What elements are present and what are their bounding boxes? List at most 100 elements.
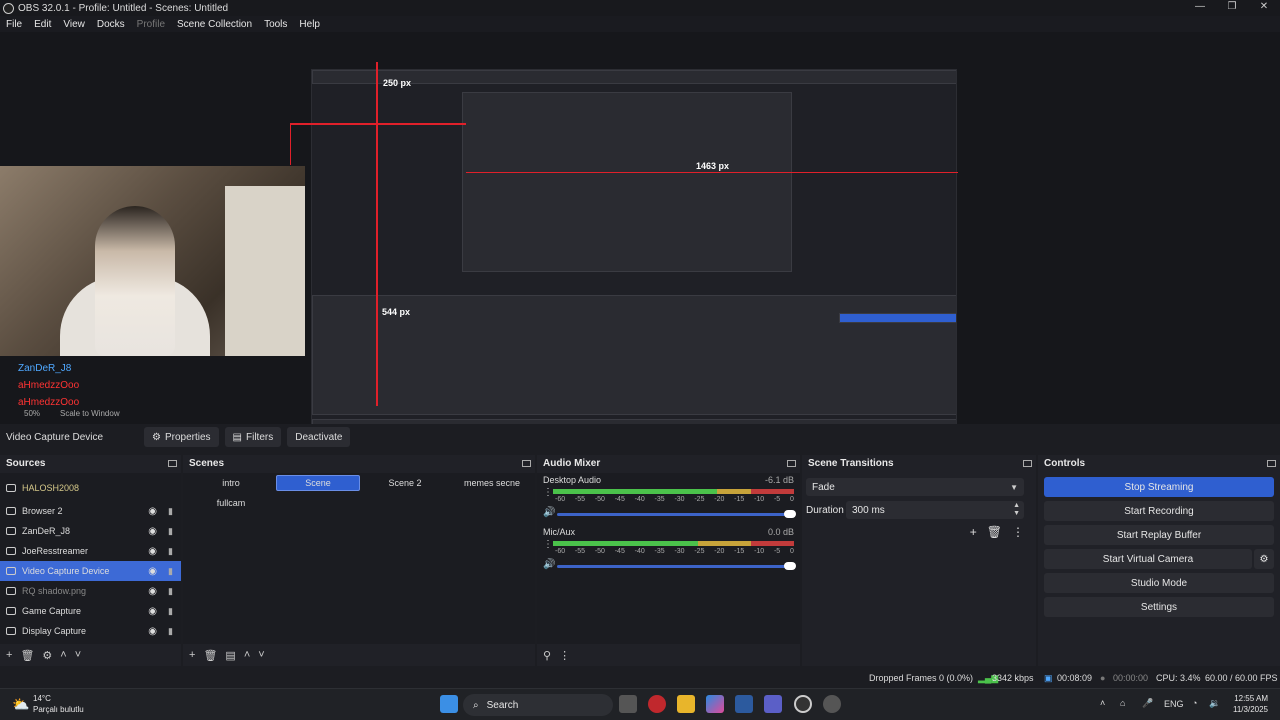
list-item[interactable]: JoeResstreamer ◉ ▮ bbox=[0, 541, 181, 561]
start-recording-button[interactable]: Start Recording bbox=[1044, 501, 1274, 521]
opera-icon[interactable] bbox=[648, 695, 666, 713]
scene-item[interactable]: memes secne bbox=[450, 475, 534, 491]
menu-file[interactable]: File bbox=[6, 19, 22, 30]
eye-icon[interactable]: ◉ bbox=[148, 566, 157, 577]
settings-taskbar-icon[interactable] bbox=[823, 695, 841, 713]
menu-docks[interactable]: Docks bbox=[97, 19, 125, 30]
obs-taskbar-icon[interactable] bbox=[794, 695, 812, 713]
undock-icon[interactable] bbox=[522, 459, 531, 467]
list-item[interactable]: RQ shadow.png ◉ ▮ bbox=[0, 581, 181, 601]
eye-icon[interactable]: ◉ bbox=[148, 586, 157, 597]
eye-icon[interactable]: ◉ bbox=[148, 506, 157, 517]
scene-item[interactable]: fullcam bbox=[189, 495, 273, 511]
slider-handle[interactable] bbox=[784, 510, 796, 518]
kebab-icon[interactable]: ⋮ bbox=[543, 487, 553, 498]
add-icon[interactable]: + bbox=[970, 525, 977, 539]
lock-icon[interactable]: ▮ bbox=[168, 526, 173, 537]
list-item[interactable]: Browser 2 ◉ ▮ bbox=[0, 501, 181, 521]
chevron-up-icon[interactable]: ˄ bbox=[1100, 698, 1105, 708]
studio-mode-button[interactable]: Studio Mode bbox=[1044, 573, 1274, 593]
trash-icon[interactable]: 🗑 bbox=[987, 525, 1002, 539]
menu-profile[interactable]: Profile bbox=[137, 19, 165, 30]
menu-scene-collection[interactable]: Scene Collection bbox=[177, 19, 252, 30]
maximize-button[interactable]: ❐ bbox=[1216, 0, 1248, 16]
deactivate-button[interactable]: Deactivate bbox=[287, 427, 351, 447]
eye-icon[interactable]: ◉ bbox=[148, 526, 157, 537]
chevron-down-icon[interactable]: ˅ bbox=[258, 649, 264, 661]
lock-icon[interactable]: ▮ bbox=[168, 506, 173, 517]
list-item[interactable]: Display Capture ◉ ▮ bbox=[0, 621, 181, 641]
task-view-icon[interactable] bbox=[619, 695, 637, 713]
menu-help[interactable]: Help bbox=[299, 19, 320, 30]
volume-slider[interactable] bbox=[557, 562, 796, 570]
menu-view[interactable]: View bbox=[63, 19, 85, 30]
wifi-icon[interactable]: ◔ bbox=[1192, 698, 1197, 708]
lock-icon[interactable]: ▮ bbox=[168, 586, 173, 597]
speaker-icon[interactable]: 🔊 bbox=[543, 507, 555, 518]
webcam-source[interactable] bbox=[0, 166, 305, 356]
close-button[interactable]: ✕ bbox=[1248, 0, 1280, 16]
teams-icon[interactable] bbox=[764, 695, 782, 713]
chevron-down-icon[interactable]: ˅ bbox=[75, 649, 81, 661]
windows-start-icon[interactable] bbox=[440, 695, 458, 713]
file-explorer-icon[interactable] bbox=[677, 695, 695, 713]
scene-item[interactable]: Scene bbox=[276, 475, 360, 491]
store-icon[interactable] bbox=[735, 695, 753, 713]
properties-button[interactable]: ⚙ Properties bbox=[144, 427, 219, 447]
add-icon[interactable]: + bbox=[6, 649, 12, 661]
filters-button[interactable]: ▤ Filters bbox=[224, 427, 282, 447]
undock-icon[interactable] bbox=[1023, 459, 1032, 467]
weather-widget[interactable]: 14°C Parçalı bulutlu bbox=[33, 693, 84, 715]
list-item[interactable]: Video Capture Device ◉ ▮ bbox=[0, 561, 181, 581]
eye-icon[interactable]: ◉ bbox=[148, 546, 157, 557]
kebab-icon[interactable]: ⋮ bbox=[559, 649, 570, 662]
slider-handle[interactable] bbox=[784, 562, 796, 570]
lock-icon[interactable]: ▮ bbox=[168, 626, 173, 637]
clock[interactable]: 12:55 AM 11/3/2025 bbox=[1233, 693, 1268, 715]
scene-item[interactable]: Scene 2 bbox=[363, 475, 447, 491]
settings-button[interactable]: Settings bbox=[1044, 597, 1274, 617]
undock-icon[interactable] bbox=[168, 459, 177, 467]
gear-icon[interactable]: ⚙ bbox=[42, 649, 52, 662]
volume-slider[interactable] bbox=[557, 510, 796, 518]
chevron-up-icon[interactable]: ˄ bbox=[244, 649, 250, 661]
spinner-icon[interactable]: ▲ ▼ bbox=[1013, 502, 1020, 518]
lock-icon[interactable]: ▮ bbox=[168, 566, 173, 577]
lock-icon[interactable]: ▮ bbox=[168, 546, 173, 557]
minimize-button[interactable]: — bbox=[1184, 0, 1216, 16]
trash-icon[interactable]: 🗑 bbox=[203, 649, 217, 662]
scene-item[interactable]: intro bbox=[189, 475, 273, 491]
transition-select[interactable]: Fade ▼ bbox=[806, 478, 1024, 496]
speaker-icon[interactable]: 🔊 bbox=[543, 559, 555, 570]
eye-icon[interactable]: ◉ bbox=[148, 606, 157, 617]
search-box[interactable]: ⌕ Search bbox=[463, 694, 613, 716]
undock-icon[interactable] bbox=[787, 459, 796, 467]
duration-input[interactable]: 300 ms ▲ ▼ bbox=[846, 501, 1024, 519]
filter-icon[interactable]: ▤ bbox=[225, 649, 235, 662]
chevron-up-icon[interactable]: ˄ bbox=[60, 649, 66, 661]
eye-icon[interactable]: ◉ bbox=[148, 626, 157, 637]
trash-icon[interactable]: 🗑 bbox=[20, 649, 34, 662]
undock-icon[interactable] bbox=[1267, 459, 1276, 467]
preview-area[interactable]: 250 px 1463 px 544 px ZanDeR_J8 aHmedzzO… bbox=[0, 32, 1280, 424]
volume-icon[interactable]: 🔉 bbox=[1209, 698, 1220, 709]
start-virtual-camera-button[interactable]: Start Virtual Camera bbox=[1044, 549, 1252, 569]
start-replay-buffer-button[interactable]: Start Replay Buffer bbox=[1044, 525, 1274, 545]
lock-icon[interactable]: ▮ bbox=[168, 606, 173, 617]
virtual-camera-settings-button[interactable]: ⚙ bbox=[1254, 549, 1274, 569]
list-item[interactable]: ZanDeR_J8 ◉ ▮ bbox=[0, 521, 181, 541]
language-indicator[interactable]: ENG bbox=[1164, 699, 1184, 709]
menu-edit[interactable]: Edit bbox=[34, 19, 51, 30]
mic-icon[interactable]: 🎤 bbox=[1142, 698, 1153, 709]
add-icon[interactable]: + bbox=[189, 649, 195, 661]
link-icon[interactable]: ⚲ bbox=[543, 649, 551, 662]
kebab-icon[interactable]: ⋮ bbox=[543, 539, 553, 550]
network-icon[interactable]: ⌂ bbox=[1120, 698, 1125, 708]
copilot-icon[interactable] bbox=[706, 695, 724, 713]
scale-label[interactable]: Scale to Window bbox=[60, 409, 120, 423]
list-item[interactable]: Game Capture ◉ ▮ bbox=[0, 601, 181, 621]
stop-streaming-button[interactable]: Stop Streaming bbox=[1044, 477, 1274, 497]
menu-tools[interactable]: Tools bbox=[264, 19, 287, 30]
kebab-icon[interactable]: ⋮ bbox=[1012, 525, 1024, 539]
list-item[interactable]: HALOSH2008 bbox=[0, 473, 181, 501]
